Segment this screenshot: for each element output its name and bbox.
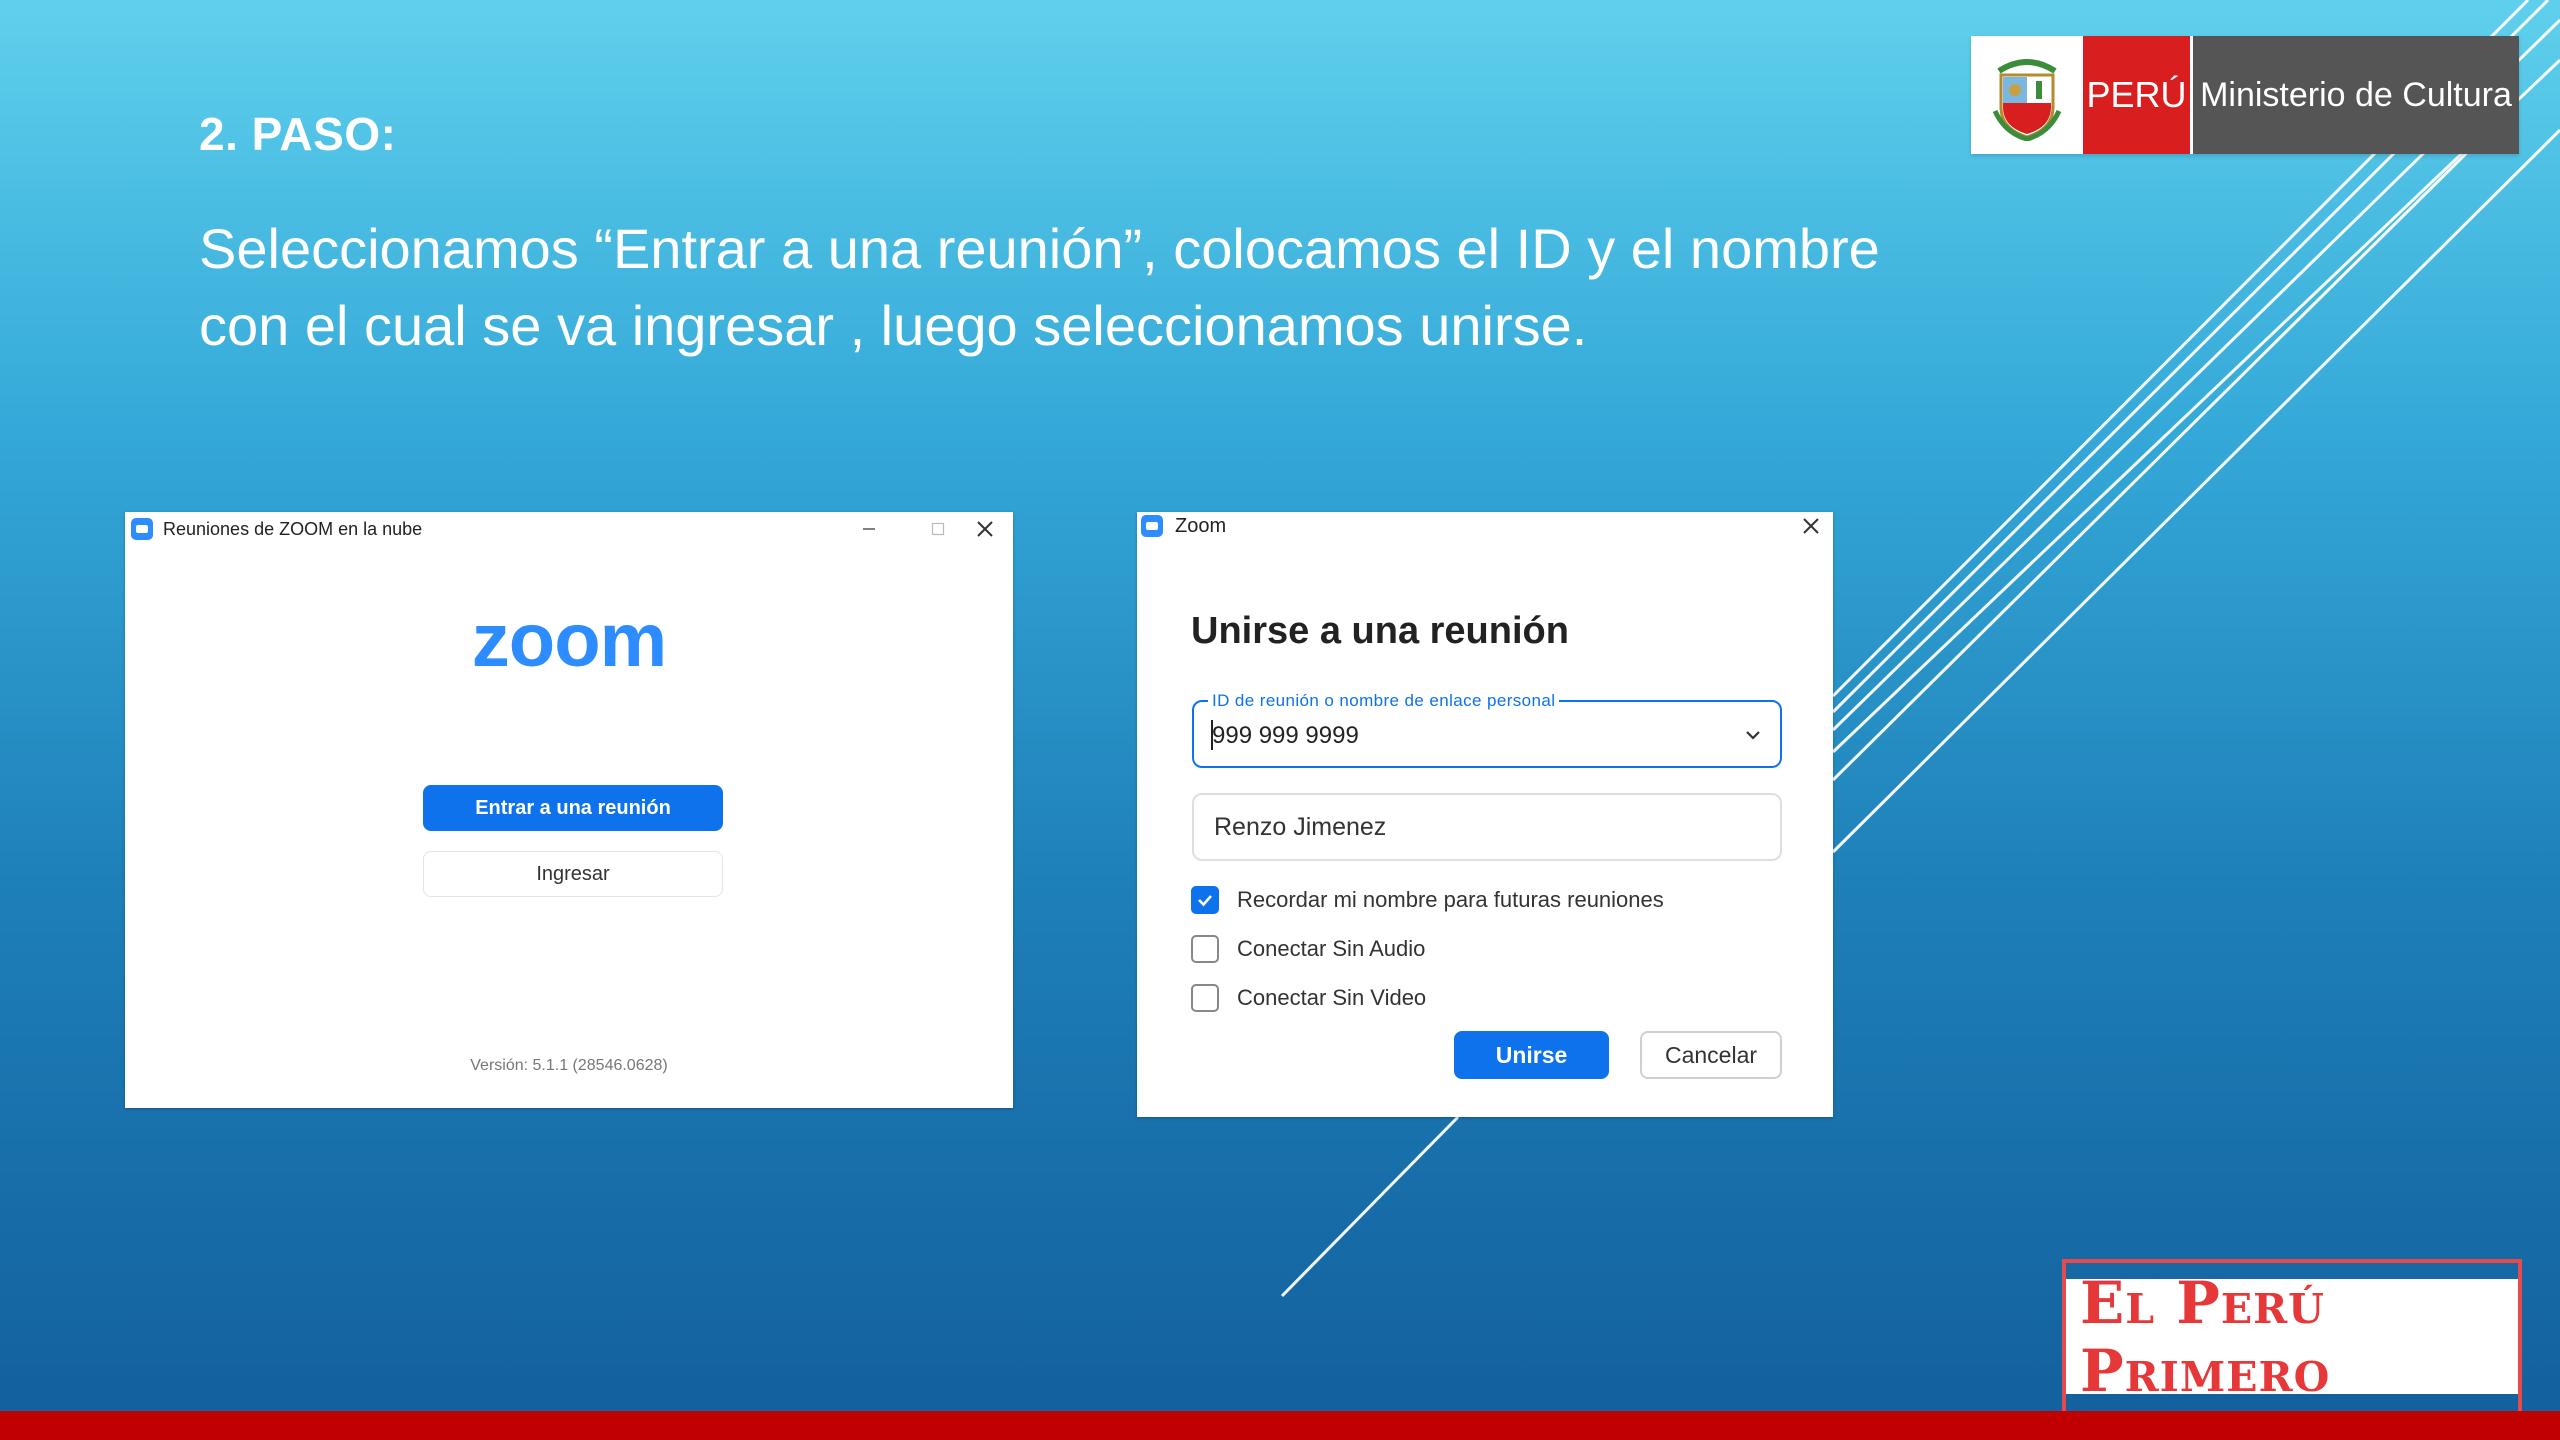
ministry-label: Ministerio de Cultura xyxy=(2190,36,2519,154)
chevron-down-icon[interactable] xyxy=(1742,724,1764,751)
dialog-title: Zoom xyxy=(1175,514,1227,537)
country-label: PERÚ xyxy=(2083,36,2190,154)
step-description-line-2: con el cual se va ingresar , luego selec… xyxy=(199,294,1588,357)
coat-of-arms-icon xyxy=(1971,36,2083,154)
no-video-checkbox[interactable]: Conectar Sin Video xyxy=(1191,984,1426,1012)
minimize-icon[interactable] xyxy=(847,512,891,546)
title-bar: Reuniones de ZOOM en la nube xyxy=(125,512,1013,546)
zoom-app-icon xyxy=(1141,515,1163,537)
checkbox-label: Conectar Sin Audio xyxy=(1237,936,1426,961)
meeting-id-label: ID de reunión o nombre de enlace persona… xyxy=(1208,691,1560,711)
close-icon[interactable] xyxy=(1789,512,1833,540)
bottom-accent-bar xyxy=(0,1411,2560,1440)
el-peru-primero-logo: El Perú Primero xyxy=(2062,1258,2522,1415)
window-title: Reuniones de ZOOM en la nube xyxy=(163,518,423,539)
zoom-logo: zoom xyxy=(471,598,667,683)
step-description: Seleccionamos “Entrar a una reunión”, co… xyxy=(199,210,1999,364)
zoom-join-dialog: Zoom Unirse a una reunión ID de reunión … xyxy=(1137,512,1833,1117)
version-label: Versión: 5.1.1 (28546.0628) xyxy=(470,1057,668,1074)
dialog-heading: Unirse a una reunión xyxy=(1191,610,1569,652)
title-bar: Zoom xyxy=(1137,512,1833,540)
step-description-line-1: Seleccionamos “Entrar a una reunión”, co… xyxy=(199,217,1880,280)
join-button[interactable]: Unirse xyxy=(1454,1031,1609,1079)
close-icon[interactable] xyxy=(963,512,1007,546)
meeting-id-input[interactable]: ID de reunión o nombre de enlace persona… xyxy=(1192,691,1782,768)
step-title: 2. PASO: xyxy=(199,108,397,160)
name-input[interactable]: Renzo Jimenez xyxy=(1192,793,1782,861)
checkbox-unchecked-icon[interactable] xyxy=(1191,984,1219,1012)
checkbox-unchecked-icon[interactable] xyxy=(1191,935,1219,963)
checkbox-checked-icon[interactable] xyxy=(1191,886,1219,914)
checkbox-label: Recordar mi nombre para futuras reunione… xyxy=(1237,887,1664,912)
checkbox-label: Conectar Sin Video xyxy=(1237,985,1427,1010)
zoom-main-window: Reuniones de ZOOM en la nube zoom Entrar… xyxy=(125,512,1013,1108)
zoom-app-icon xyxy=(131,518,153,540)
cancel-button[interactable]: Cancelar xyxy=(1640,1031,1782,1079)
join-meeting-button[interactable]: Entrar a una reunión xyxy=(423,785,723,831)
ministry-logo: PERÚ Ministerio de Cultura xyxy=(1971,36,2519,154)
brand-logo-text: El Perú Primero xyxy=(2062,1258,2522,1415)
no-audio-checkbox[interactable]: Conectar Sin Audio xyxy=(1191,935,1425,963)
maximize-icon[interactable] xyxy=(916,512,960,546)
remember-name-checkbox[interactable]: Recordar mi nombre para futuras reunione… xyxy=(1191,886,1664,914)
sign-in-button[interactable]: Ingresar xyxy=(423,851,723,897)
meeting-id-value: 999 999 9999 xyxy=(1212,722,1359,749)
